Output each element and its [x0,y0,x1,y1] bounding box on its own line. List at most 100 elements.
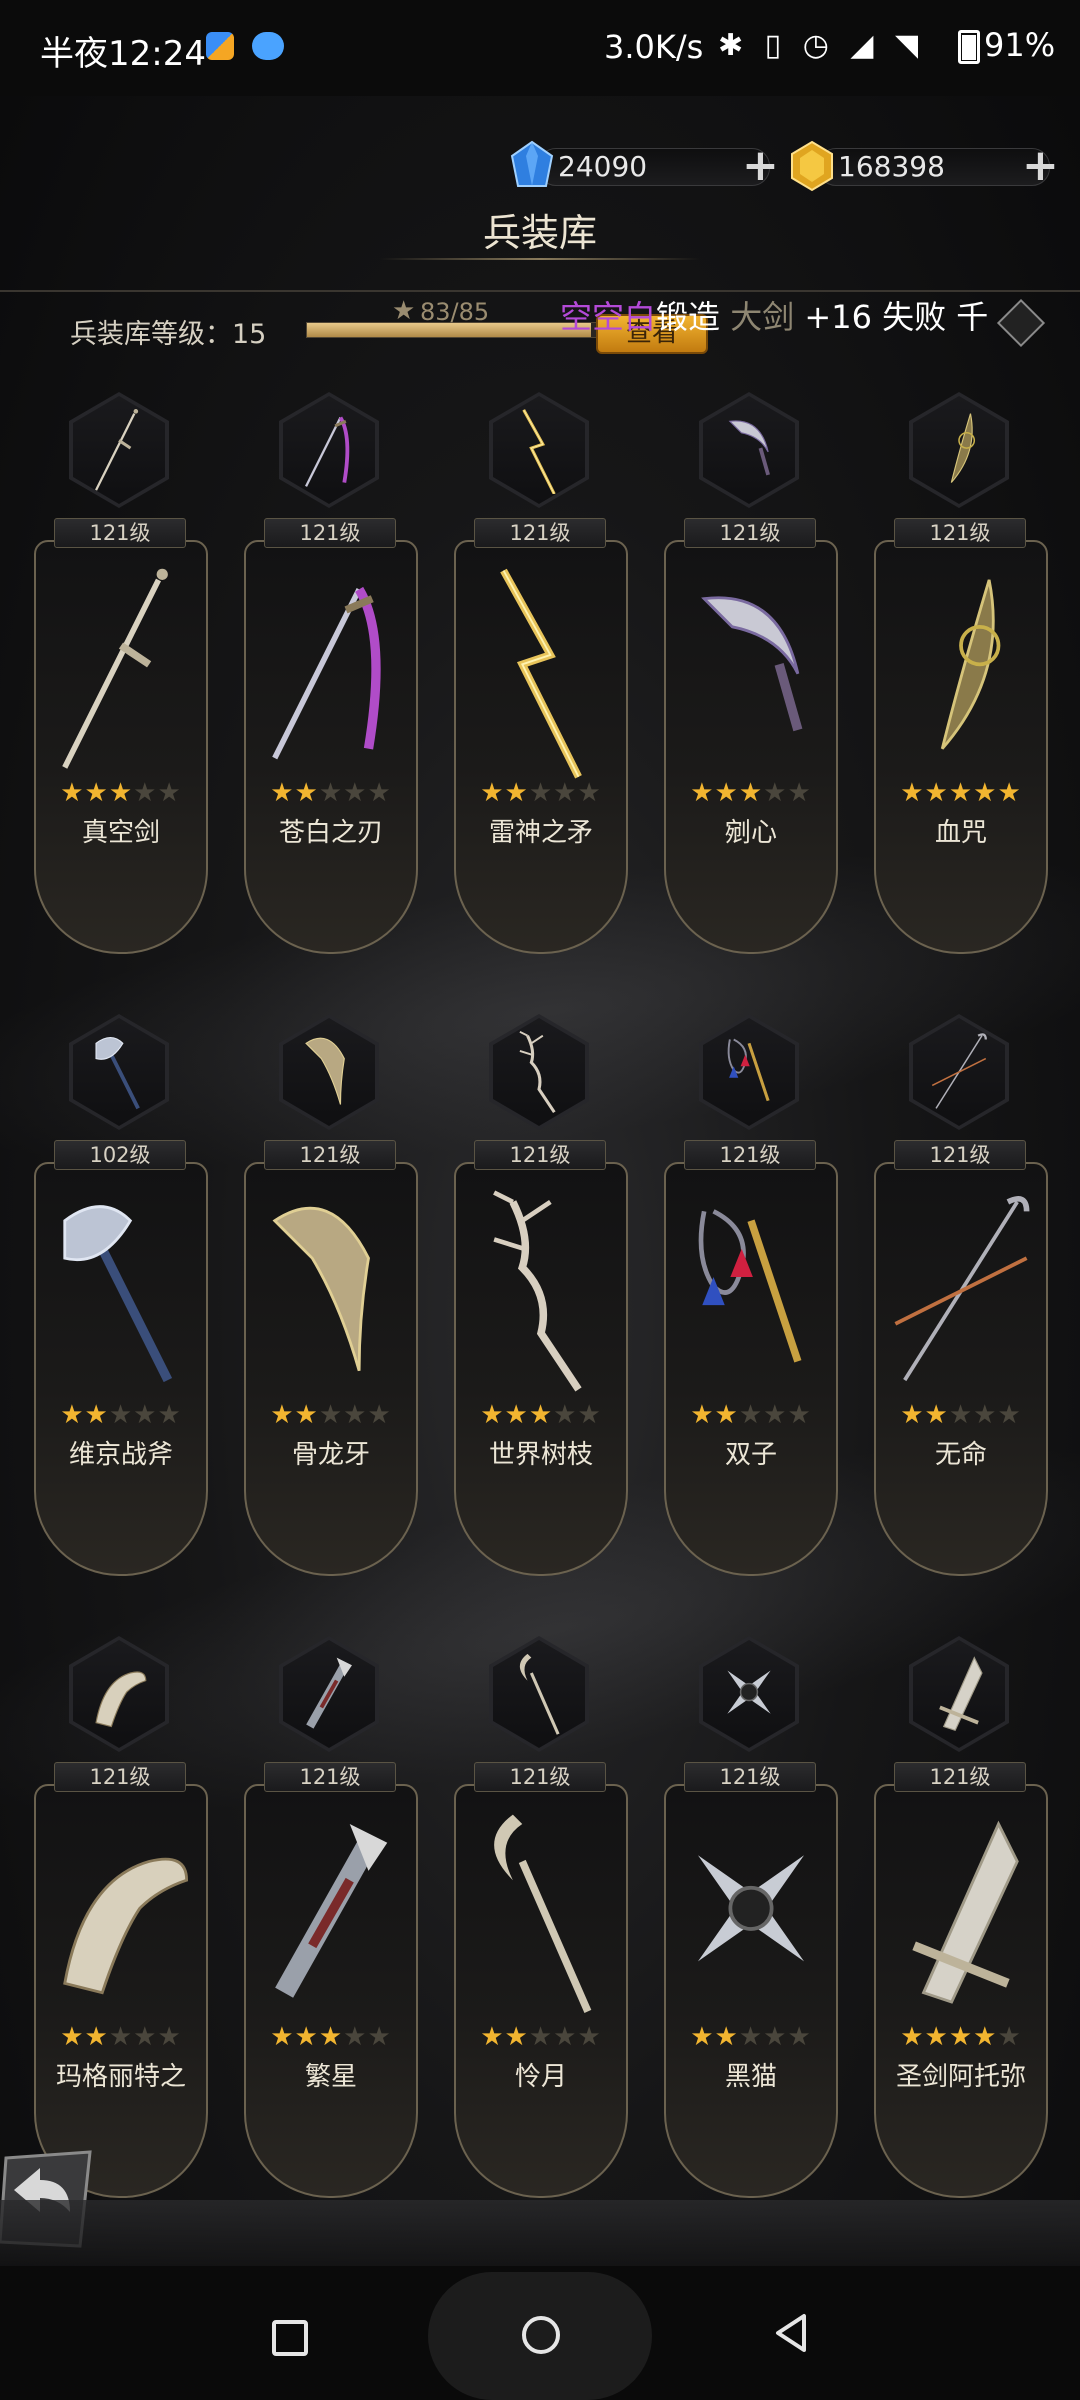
add-crystal-button[interactable]: + [742,144,779,188]
star-icon: ★ [787,2022,812,2052]
back-button[interactable] [772,2312,812,2354]
weapon-card[interactable]: ★★★★★ 双子 121级 [664,1002,838,1576]
star-icon: ★ [294,778,319,808]
home-button[interactable] [522,2316,560,2354]
star-icon: ★ [553,2022,578,2052]
weapon-level: 121级 [474,518,606,548]
weapon-name: 苍白之刃 [278,818,383,848]
star-icon: ★ [392,296,416,326]
star-icon: ★ [577,778,602,808]
status-icons: ✱ ▯ ◷ ◢ ◥ [718,28,925,63]
weapon-stars: ★★★★★ [666,1400,836,1430]
weapon-card[interactable]: ★★★★★ 玛格丽特之 121级 [34,1624,208,2198]
star-icon: ★ [318,2022,344,2052]
weapon-card[interactable]: ★★★★★ 黑猫 121级 [664,1624,838,2198]
crystal-currency: 24090 + [508,140,779,192]
weapon-type-badge [69,1636,169,1752]
star-icon: ★ [738,2022,764,2052]
star-icon: ★ [714,1400,739,1430]
star-icon: ★ [343,2022,368,2052]
star-icon: ★ [108,2022,134,2052]
star-icon: ★ [528,1400,554,1430]
title-divider [380,258,700,260]
star-icon: ★ [763,2022,788,2052]
star-icon: ★ [108,1400,134,1430]
weapon-name: 骨龙牙 [291,1440,370,1470]
star-icon: ★ [60,778,85,808]
weapon-frame: ★★★★★ 玛格丽特之 [34,1784,208,2198]
star-icon: ★ [973,2022,998,2052]
ticker-item: 大剑 [730,298,795,336]
gold-currency: 168398 + [788,140,1059,192]
weapon-type-badge [909,1636,1009,1752]
gun-art [275,1823,388,1998]
weapon-type-badge [699,392,799,508]
weapon-level: 121级 [684,1140,816,1170]
star-icon: ★ [787,1400,812,1430]
weapon-stars: ★★★★★ [876,778,1046,808]
weapon-card[interactable]: ★★★★★ 怜月 121级 [454,1624,628,2198]
weapon-level: 121级 [894,518,1026,548]
weapon-card[interactable]: ★★★★★ 苍白之刃 121级 [244,380,418,954]
greatsword-art [912,1820,1019,2004]
star-icon: ★ [157,1400,182,1430]
add-gold-button[interactable]: + [1022,144,1059,188]
weapon-card[interactable]: ★★★★★ 繁星 121级 [244,1624,418,2198]
weapon-level: 121级 [264,1762,396,1792]
star-icon: ★ [738,1400,764,1430]
ticker-player: 空空白 [560,298,657,336]
weapon-level: 121级 [684,1762,816,1792]
star-icon: ★ [553,1400,578,1430]
scimitar-icon [728,420,770,476]
weapon-card[interactable]: ★★★★★ 血咒 121级 [874,380,1048,954]
axe-art [63,1205,173,1383]
star-icon: ★ [763,778,788,808]
weapon-name: 繁星 [304,2062,357,2092]
shuriken-icon [727,1670,771,1714]
battery-percent: 91% [984,26,1056,64]
weapon-stars: ★★★★★ [36,778,206,808]
weapon-level: 121级 [54,518,186,548]
gold-amount: 168398 [838,150,945,183]
weapon-card[interactable]: ★★★★★ 世界树枝 121级 [454,1002,628,1576]
crossbow-icon [95,1671,147,1728]
star-icon: ★ [997,2022,1022,2052]
dagger-art [940,579,1001,750]
weapon-name: 无命 [934,1440,987,1470]
star-icon: ★ [108,778,134,808]
star-icon: ★ [714,778,739,808]
weapon-frame: ★★★★★ 繁星 [244,1784,418,2198]
weapon-level: 121级 [474,1140,606,1170]
weapon-level: 121级 [684,518,816,548]
star-icon: ★ [504,778,529,808]
star-icon: ★ [270,1400,295,1430]
star-icon: ★ [157,778,182,808]
weapon-card[interactable]: ★★★★★ 雷神之矛 121级 [454,380,628,954]
weapon-name: 世界树枝 [488,1440,593,1470]
weapon-card[interactable]: ★★★★★ 维京战斧 102级 [34,1002,208,1576]
star-icon: ★ [973,778,998,808]
weapon-frame: ★★★★★ 怜月 [454,1784,628,2198]
weapon-level: 121级 [474,1762,606,1792]
star-icon: ★ [294,2022,319,2052]
star-icon: ★ [948,1400,974,1430]
star-icon: ★ [528,2022,554,2052]
star-icon: ★ [528,778,554,808]
star-icon: ★ [367,1400,392,1430]
weapon-card[interactable]: ★★★★★ 骨龙牙 121级 [244,1002,418,1576]
weapon-level: 121级 [894,1762,1026,1792]
weapon-card[interactable]: ★★★★★ 无命 121级 [874,1002,1048,1576]
star-icon: ★ [60,2022,85,2052]
weapon-card[interactable]: ★★★★★ 圣剑阿托弥 121级 [874,1624,1048,2198]
shuriken-art [697,1855,805,1962]
weapon-type-badge [69,392,169,508]
sword-art [62,568,168,769]
star-icon: ★ [60,1400,85,1430]
weapon-frame: ★★★★★ 苍白之刃 [244,540,418,954]
cane-icon [931,1033,987,1109]
weapon-card[interactable]: ★★★★★ 真空剑 121级 [34,380,208,954]
weapon-stars: ★★★★★ [456,778,626,808]
weapon-card[interactable]: ★★★★★ 剜心 121级 [664,380,838,954]
star-icon: ★ [504,1400,529,1430]
recent-apps-button[interactable] [272,2320,308,2356]
